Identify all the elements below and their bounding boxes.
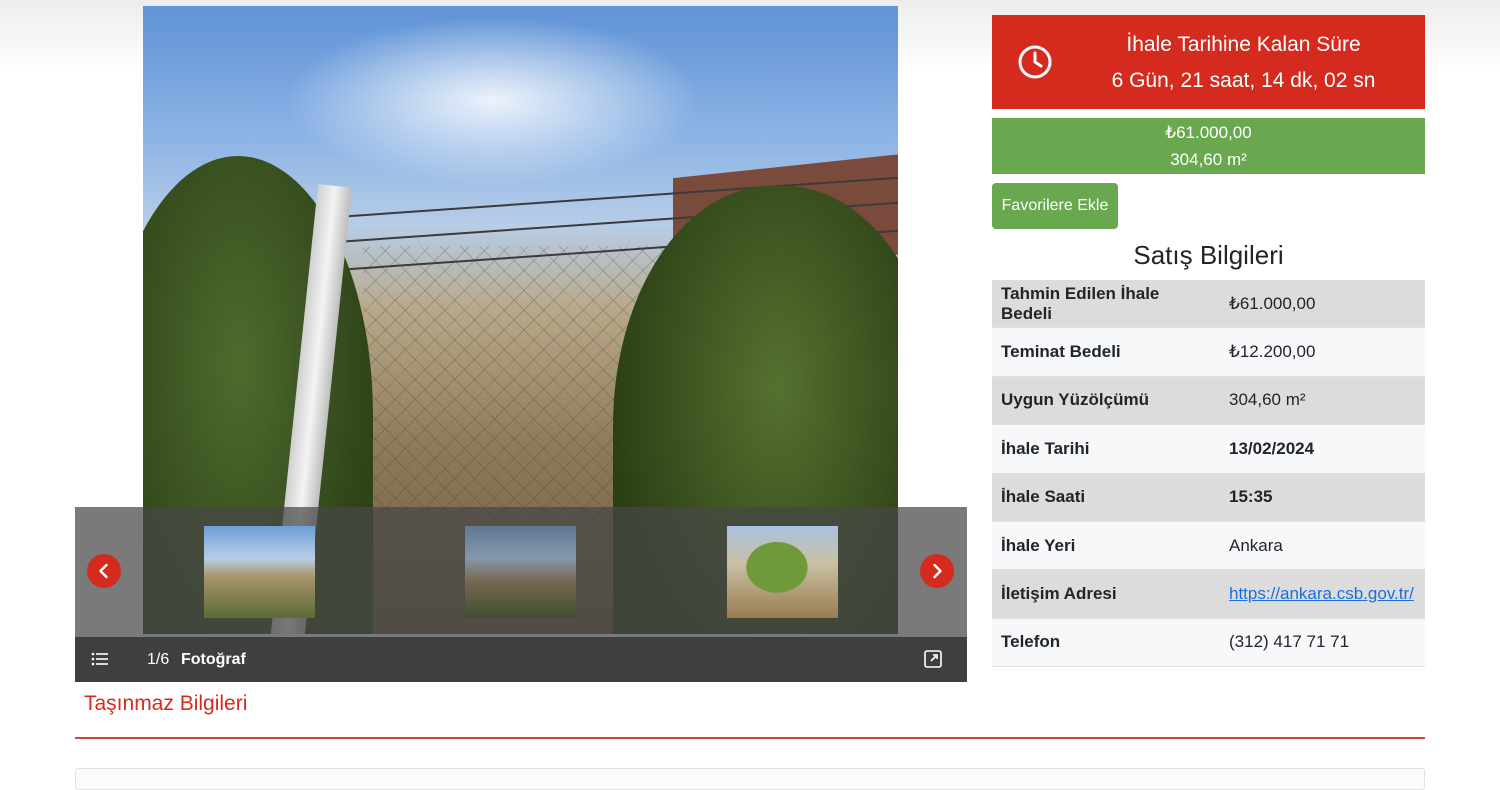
gallery-next-button[interactable]	[920, 554, 954, 588]
thumbnail-1[interactable]	[204, 526, 315, 618]
row-label: Telefon	[992, 618, 1220, 668]
photo-counter: 1/6	[147, 651, 170, 668]
photo-caption: Fotoğraf	[181, 651, 246, 668]
table-row: Telefon (312) 417 71 71	[992, 618, 1425, 668]
row-value: 15:35	[1220, 473, 1425, 522]
property-info-heading[interactable]: Taşınmaz Bilgileri	[84, 692, 247, 716]
gallery-toolbar: 1/6 Fotoğraf	[75, 637, 967, 682]
table-row: İhale Yeri Ankara	[992, 521, 1425, 571]
table-row: İhale Tarihi 13/02/2024	[992, 424, 1425, 474]
thumbnail-strip	[75, 507, 967, 637]
chevron-right-icon	[933, 563, 942, 579]
row-label: Tahmin Edilen İhale Bedeli	[992, 280, 1220, 329]
price-box: ₺61.000,00 304,60 m²	[992, 118, 1425, 174]
property-info-card	[75, 768, 1425, 790]
table-row: Teminat Bedeli ₺12.200,00	[992, 327, 1425, 377]
table-row: İletişim Adresi https://ankara.csb.gov.t…	[992, 569, 1425, 619]
sales-info-title: Satış Bilgileri	[1133, 240, 1284, 270]
list-icon[interactable]	[91, 651, 109, 672]
row-label: İletişim Adresi	[992, 569, 1220, 619]
price-amount: ₺61.000,00	[1165, 123, 1252, 142]
countdown-banner: İhale Tarihine Kalan Süre 6 Gün, 21 saat…	[992, 15, 1425, 109]
row-value: Ankara	[1220, 521, 1425, 571]
row-label: İhale Saati	[992, 473, 1220, 522]
row-label: Uygun Yüzölçümü	[992, 376, 1220, 426]
price-area: 304,60 m²	[1170, 150, 1247, 169]
photo-sky-cloud	[283, 16, 703, 186]
row-value: (312) 417 71 71	[1220, 618, 1425, 668]
row-label: İhale Tarihi	[992, 424, 1220, 474]
table-row: Tahmin Edilen İhale Bedeli ₺61.000,00	[992, 280, 1425, 329]
clock-icon	[1017, 44, 1053, 85]
countdown-value: 6 Gün, 21 saat, 14 dk, 02 sn	[1111, 69, 1376, 92]
row-value: 13/02/2024	[1220, 424, 1425, 474]
section-divider	[75, 737, 1425, 739]
row-label: İhale Yeri	[992, 521, 1220, 571]
row-value: https://ankara.csb.gov.tr/	[1220, 569, 1425, 619]
expand-icon[interactable]	[924, 650, 942, 673]
gallery-prev-button[interactable]	[87, 554, 121, 588]
contact-address-link[interactable]: https://ankara.csb.gov.tr/	[1229, 584, 1414, 603]
photo-gallery: 1/6 Fotoğraf	[75, 0, 967, 682]
thumbnail-3[interactable]	[727, 526, 838, 618]
chevron-left-icon	[99, 563, 108, 579]
row-value: ₺61.000,00	[1220, 280, 1425, 329]
thumbnail-2[interactable]	[465, 526, 576, 618]
table-row: Uygun Yüzölçümü 304,60 m²	[992, 376, 1425, 426]
row-label: Teminat Bedeli	[992, 327, 1220, 377]
add-to-favorites-button[interactable]: Favorilere Ekle	[992, 183, 1118, 229]
table-row: İhale Saati 15:35	[992, 473, 1425, 522]
sales-info-table: Tahmin Edilen İhale Bedeli ₺61.000,00 Te…	[992, 280, 1425, 668]
row-value: 304,60 m²	[1220, 376, 1425, 426]
countdown-title: İhale Tarihine Kalan Süre	[1126, 33, 1361, 56]
row-value: ₺12.200,00	[1220, 327, 1425, 377]
